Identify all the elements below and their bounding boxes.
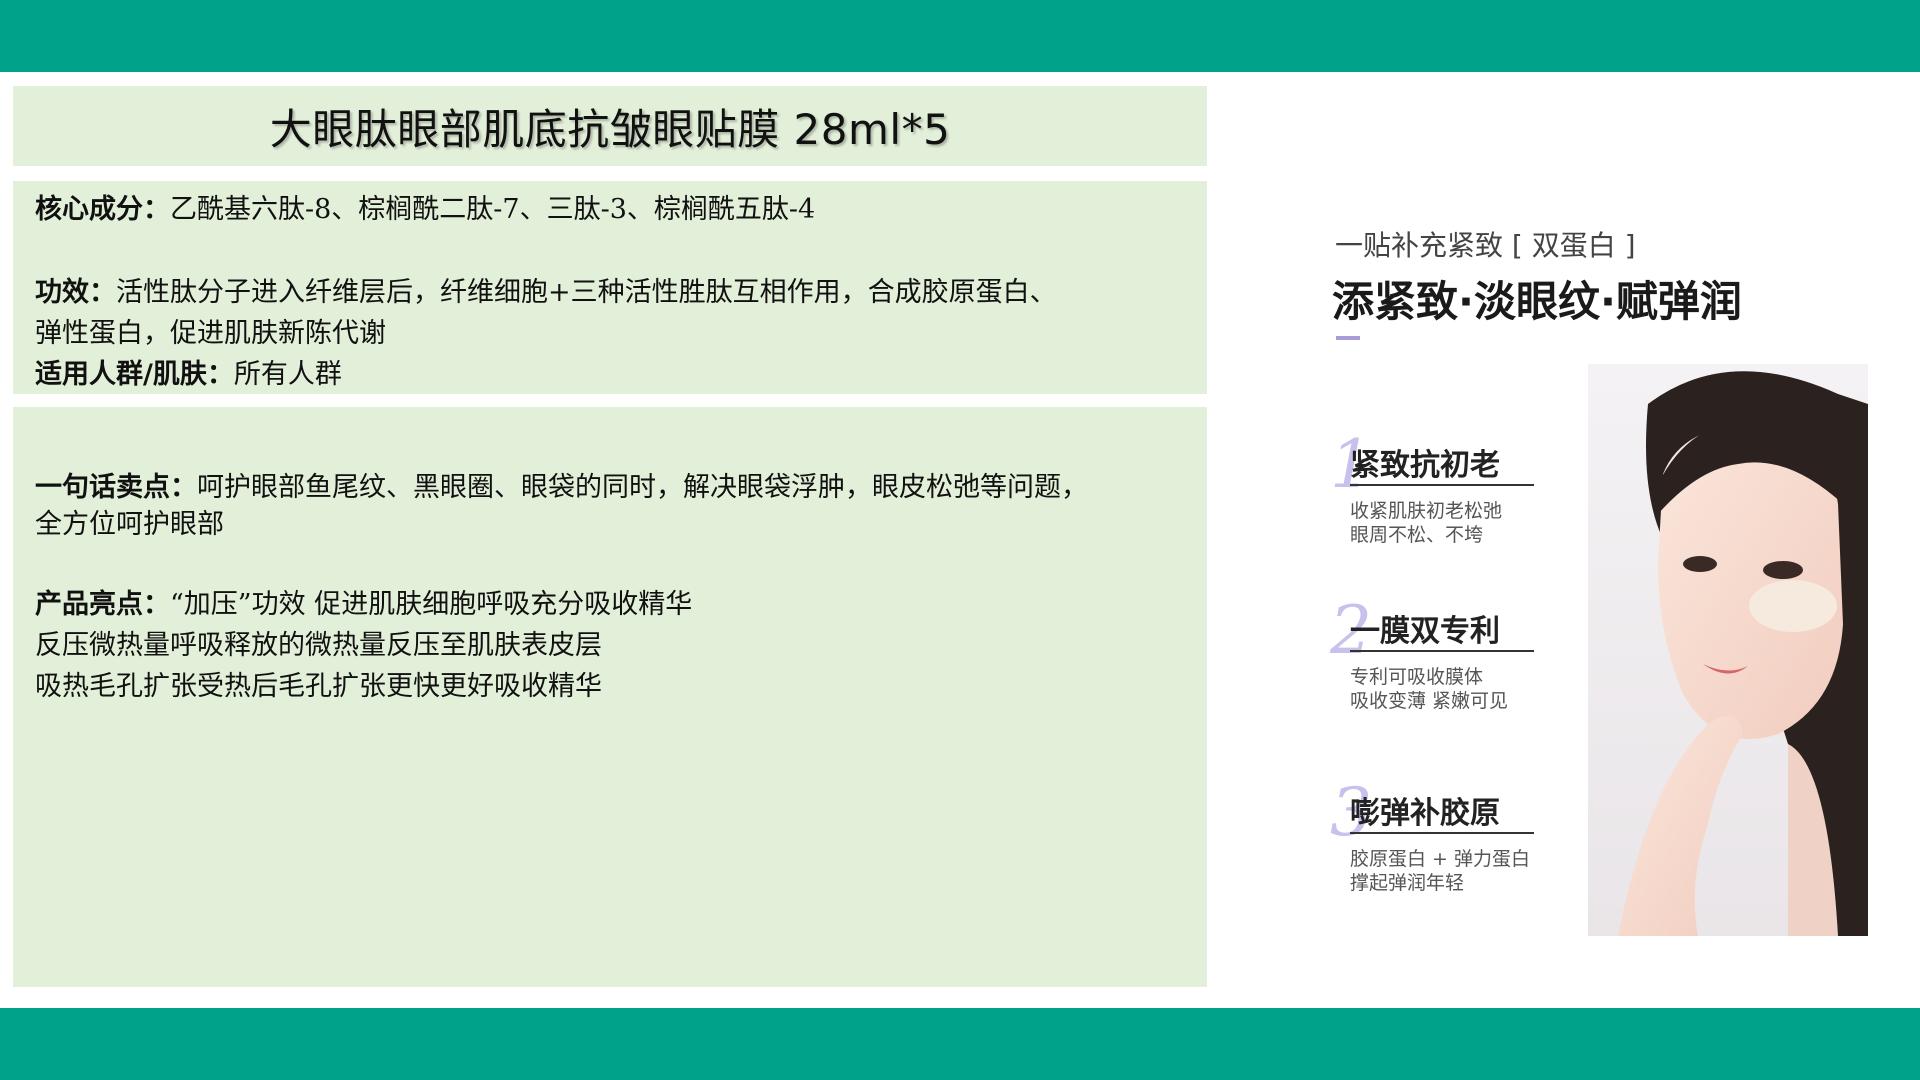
model-photo [1588, 364, 1868, 936]
feature-underline [1350, 832, 1534, 834]
ingredients-text: 乙酰基六肽-8、棕榈酰二肽-7、三肽-3、棕榈酰五肽-4 [170, 194, 816, 225]
visual-subtitle: 一贴补充紧致 [ 双蛋白 ] [1335, 229, 1636, 262]
efficacy-label: 功效： [35, 277, 116, 308]
product-title: 大眼肽眼部肌底抗皱眼贴膜 28ml*5 [269, 104, 951, 154]
feature-underline [1350, 484, 1534, 486]
bottom-band [0, 1008, 1920, 1080]
accent-dash [1336, 336, 1360, 340]
feature-title: 紧致抗初老 [1350, 448, 1500, 483]
highlights-text-1: “加压”功效 促进肌肤细胞呼吸充分吸收精华 [170, 589, 693, 620]
audience-text: 所有人群 [233, 359, 342, 390]
highlights-text-2: 反压微热量呼吸释放的微热量反压至肌肤表皮层 [35, 630, 602, 661]
feature-underline [1350, 650, 1534, 652]
feature-title: 一膜双专利 [1350, 614, 1500, 649]
highlights-label: 产品亮点： [35, 589, 170, 620]
feature-desc: 撑起弹润年轻 [1350, 872, 1465, 894]
ingredients-line: 核心成分：乙酰基六肽-8、棕榈酰二肽-7、三肽-3、棕榈酰五肽-4 [35, 189, 1185, 230]
top-band [0, 0, 1920, 72]
feature-desc: 收紧肌肤初老松弛 [1350, 500, 1503, 522]
feature-desc: 吸收变薄 紧嫩可见 [1350, 690, 1509, 712]
selling-panel: 一句话卖点：呵护眼部鱼尾纹、黑眼圈、眼袋的同时，解决眼袋浮肿，眼皮松弛等问题， … [13, 407, 1207, 987]
highlights-line: 产品亮点：“加压”功效 促进肌肤细胞呼吸充分吸收精华 [35, 584, 1185, 625]
efficacy-text-2: 弹性蛋白，促进肌肤新陈代谢 [35, 318, 386, 349]
audience-label: 适用人群/肌肤： [35, 359, 234, 390]
audience-line: 适用人群/肌肤：所有人群 [35, 354, 1185, 395]
feature-desc: 专利可吸收膜体 [1350, 666, 1484, 688]
info-panel: 核心成分：乙酰基六肽-8、棕榈酰二肽-7、三肽-3、棕榈酰五肽-4 功效：活性肽… [13, 181, 1207, 394]
efficacy-line: 功效：活性肽分子进入纤维层后，纤维细胞+三种活性胜肽互相作用，合成胶原蛋白、 [35, 272, 1185, 313]
ingredients-label: 核心成分： [35, 194, 170, 225]
title-panel: 大眼肽眼部肌底抗皱眼贴膜 28ml*5 [13, 86, 1207, 166]
pitch-label: 一句话卖点： [35, 472, 197, 503]
feature-desc: 胶原蛋白 + 弹力蛋白 [1350, 848, 1530, 870]
efficacy-text-1: 活性肽分子进入纤维层后，纤维细胞+三种活性胜肽互相作用，合成胶原蛋白、 [116, 277, 1057, 308]
product-visual: 一贴补充紧致 [ 双蛋白 ] 添紧致·淡眼纹·赋弹润 1 紧致抗初老 收紧肌肤初… [1320, 200, 1880, 950]
pitch-line: 一句话卖点：呵护眼部鱼尾纹、黑眼圈、眼袋的同时，解决眼袋浮肿，眼皮松弛等问题， [35, 467, 1185, 508]
feature-desc: 眼周不松、不垮 [1350, 524, 1484, 546]
feature-title: 嘭弹补胶原 [1350, 796, 1500, 831]
pitch-text-2: 全方位呵护眼部 [35, 509, 224, 540]
visual-headline: 添紧致·淡眼纹·赋弹润 [1332, 277, 1742, 326]
highlights-text-3: 吸热毛孔扩张受热后毛孔扩张更快更好吸收精华 [35, 671, 602, 702]
pitch-text-1: 呵护眼部鱼尾纹、黑眼圈、眼袋的同时，解决眼袋浮肿，眼皮松弛等问题， [197, 472, 1088, 503]
